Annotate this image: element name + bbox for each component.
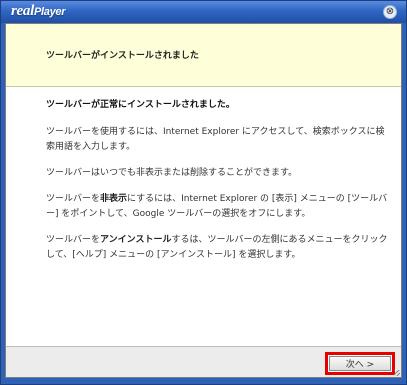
uninstall-instructions-paragraph: ツールバーをアンインストールするは、ツールバーの左側にあるメニューをクリックして… — [46, 233, 389, 263]
realplayer-logo: realPlayer — [11, 3, 66, 20]
close-icon[interactable]: ⊗ — [383, 5, 397, 19]
title-bar[interactable]: realPlayer ⊗ — [1, 1, 406, 23]
hide-instructions-paragraph: ツールバーを非表示にするには、Internet Explorer の [表示] … — [46, 192, 389, 222]
dialog-footer: 次へ > — [6, 346, 401, 377]
logo-real: real — [11, 3, 34, 19]
uninstall-emphasis: アンインストール — [100, 235, 172, 245]
usage-paragraph: ツールバーを使用するには、Internet Explorer にアクセスして、検… — [46, 127, 385, 152]
success-headline: ツールバーが正常にインストールされました。 — [46, 100, 235, 110]
realplayer-window: realPlayer ⊗ ツールバーがインストールされました ツールバーが正常に… — [0, 0, 407, 385]
logo-player: Player — [33, 6, 66, 18]
uninstall-intro-text: ツールバーを — [46, 235, 101, 245]
hide-intro-text: ツールバーを — [46, 194, 101, 204]
next-button[interactable]: 次へ > — [329, 356, 391, 371]
next-button-highlight: 次へ > — [325, 352, 395, 375]
header-title: ツールバーがインストールされました — [46, 51, 199, 61]
resize-grip[interactable] — [394, 370, 400, 376]
hide-emphasis: 非表示 — [100, 194, 128, 204]
dialog-content: ツールバーがインストールされました ツールバーが正常にインストールされました。 … — [5, 23, 402, 378]
hide-remove-paragraph: ツールバーはいつでも非表示または削除することができます。 — [46, 168, 298, 178]
dialog-header: ツールバーがインストールされました — [6, 24, 401, 87]
dialog-body: ツールバーが正常にインストールされました。 ツールバーを使用するには、Inter… — [46, 98, 389, 274]
